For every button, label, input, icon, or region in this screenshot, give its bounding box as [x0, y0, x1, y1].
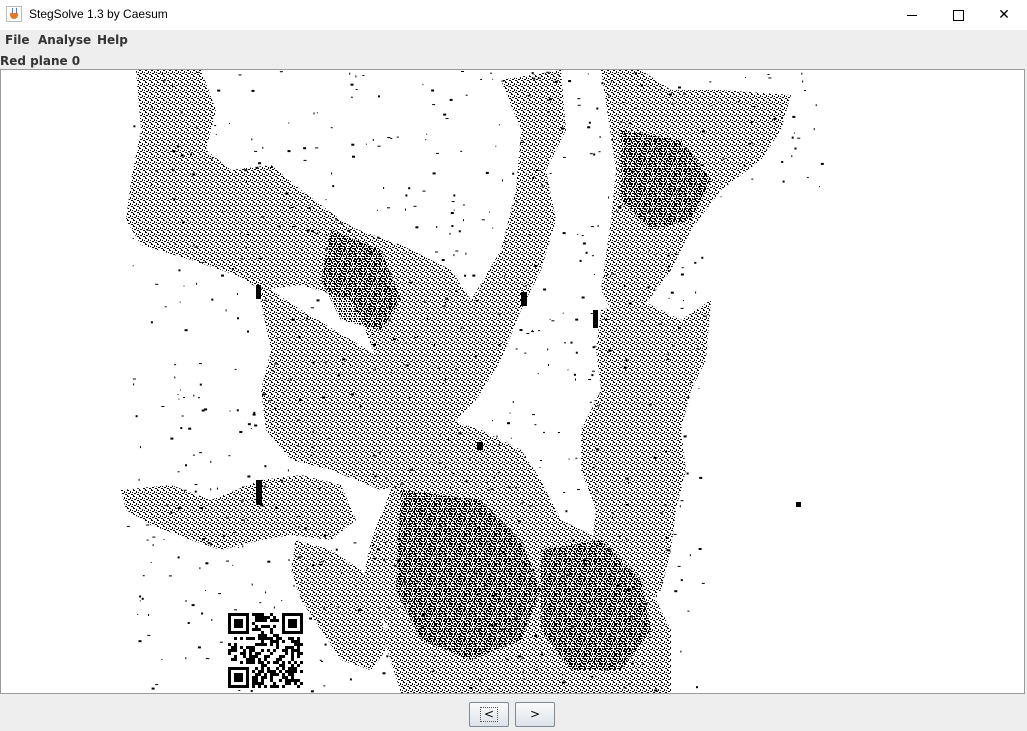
- minimize-button[interactable]: [889, 0, 935, 30]
- previous-plane-label: <: [479, 707, 499, 722]
- title-bar: StegSolve 1.3 by Caesum ✕: [0, 0, 1027, 31]
- close-button[interactable]: ✕: [981, 0, 1027, 30]
- next-plane-button[interactable]: >: [515, 702, 555, 727]
- bit-plane-image: [121, 70, 824, 693]
- window-title: StegSolve 1.3 by Caesum: [29, 7, 168, 21]
- menu-analyse[interactable]: Analyse: [38, 33, 91, 47]
- menu-bar: File Analyse Help: [0, 30, 1027, 52]
- close-icon: ✕: [998, 7, 1010, 23]
- qr-code-image: [226, 611, 305, 690]
- next-plane-label: >: [529, 707, 541, 721]
- maximize-icon: [952, 9, 964, 21]
- previous-plane-button[interactable]: <: [469, 702, 509, 727]
- image-panel: [0, 69, 1025, 694]
- menu-file[interactable]: File: [5, 33, 30, 47]
- minimize-icon: [907, 14, 917, 16]
- maximize-button[interactable]: [935, 0, 981, 30]
- java-coffee-icon: [6, 6, 22, 22]
- menu-help[interactable]: Help: [97, 33, 128, 47]
- plane-label: Red plane 0: [0, 54, 81, 68]
